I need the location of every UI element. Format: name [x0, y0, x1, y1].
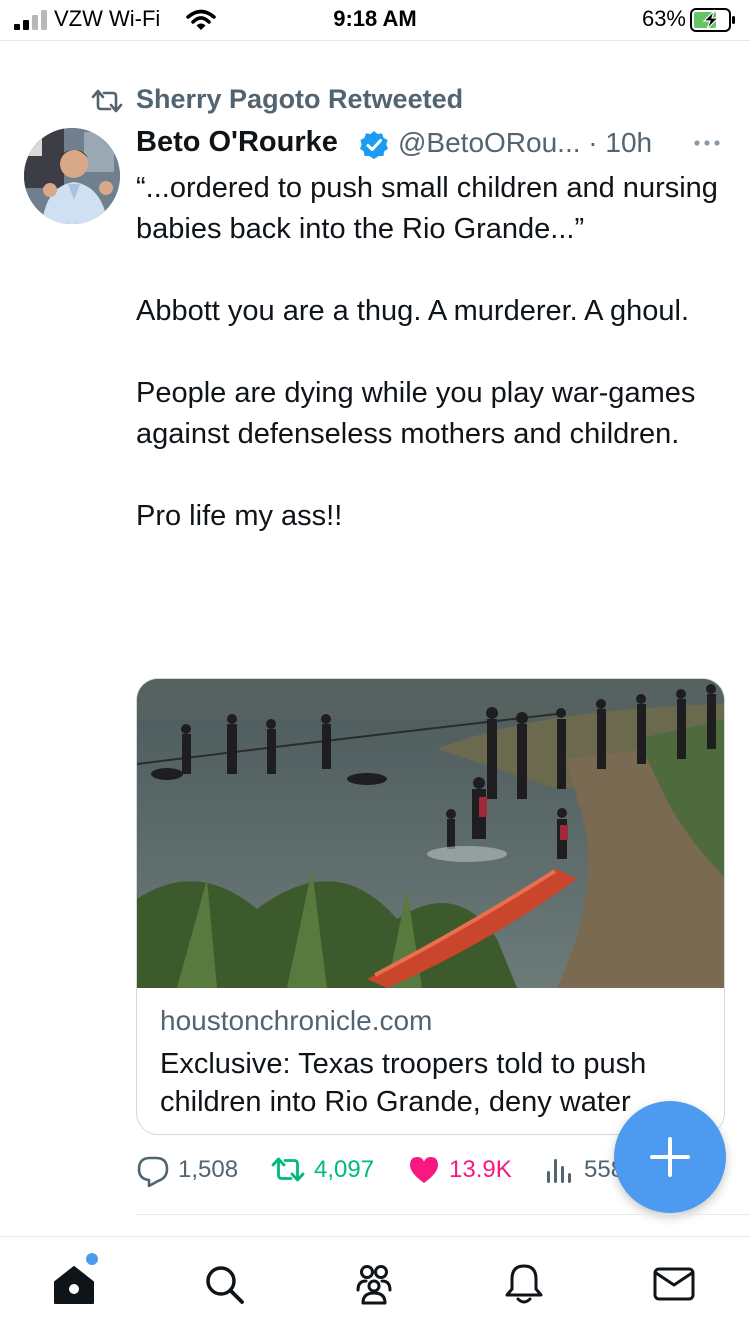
top-divider [0, 40, 750, 41]
battery-percent: 63% [641, 6, 686, 31]
tweet-text: “...ordered to push small children and n… [136, 168, 726, 537]
heart-icon [410, 1157, 438, 1183]
compose-tweet-button[interactable] [614, 1101, 726, 1213]
bell-icon [505, 1264, 543, 1304]
communities-icon [356, 1265, 392, 1305]
like-count: 13.9K [449, 1156, 512, 1183]
retweeted-by-label: Sherry Pagoto Retweeted [136, 84, 464, 114]
tweet-divider [136, 1214, 750, 1215]
retweet-icon [91, 89, 123, 113]
tab-bar [0, 1237, 750, 1334]
plus-icon [650, 1137, 690, 1177]
verified-badge-icon [360, 131, 388, 159]
retweet-count: 4,097 [314, 1156, 375, 1183]
tweet-paragraph: “...ordered to push small children and n… [136, 172, 718, 245]
home-icon [54, 1266, 94, 1304]
tab-communities[interactable] [349, 1259, 399, 1309]
tab-notifications[interactable] [499, 1259, 549, 1309]
more-options-icon[interactable] [692, 130, 722, 154]
retweet-icon [271, 1157, 305, 1182]
card-image [137, 679, 724, 988]
author-name[interactable]: Beto O'Rourke [136, 126, 338, 159]
notification-dot [86, 1253, 98, 1265]
status-bar: VZW Wi-Fi 9:18 AM 63% [0, 0, 750, 40]
views-chart-icon [547, 1159, 571, 1183]
tweet-paragraph: People are dying while you play war-game… [136, 377, 696, 450]
tab-messages[interactable] [649, 1259, 699, 1309]
reply-icon [137, 1156, 169, 1187]
search-icon [206, 1266, 244, 1304]
tab-home[interactable] [49, 1253, 99, 1309]
card-title: Exclusive: Texas troopers told to push c… [160, 1048, 647, 1118]
link-preview-card[interactable]: houstonchronicle.com Exclusive: Texas tr… [136, 678, 725, 1135]
tab-search[interactable] [199, 1259, 249, 1309]
tweet-paragraph: Pro life my ass!! [136, 500, 343, 532]
status-time: 9:18 AM [333, 6, 417, 31]
card-domain: houstonchronicle.com [160, 1005, 433, 1036]
mail-icon [653, 1267, 695, 1301]
author-handle-time[interactable]: @BetoORou... · 10h [398, 127, 652, 159]
battery-charging-icon [690, 8, 735, 32]
tweet-paragraph: Abbott you are a thug. A murderer. A gho… [136, 295, 689, 327]
avatar[interactable] [24, 128, 120, 224]
avatar-photo [24, 128, 120, 224]
reply-count: 1,508 [178, 1156, 239, 1183]
